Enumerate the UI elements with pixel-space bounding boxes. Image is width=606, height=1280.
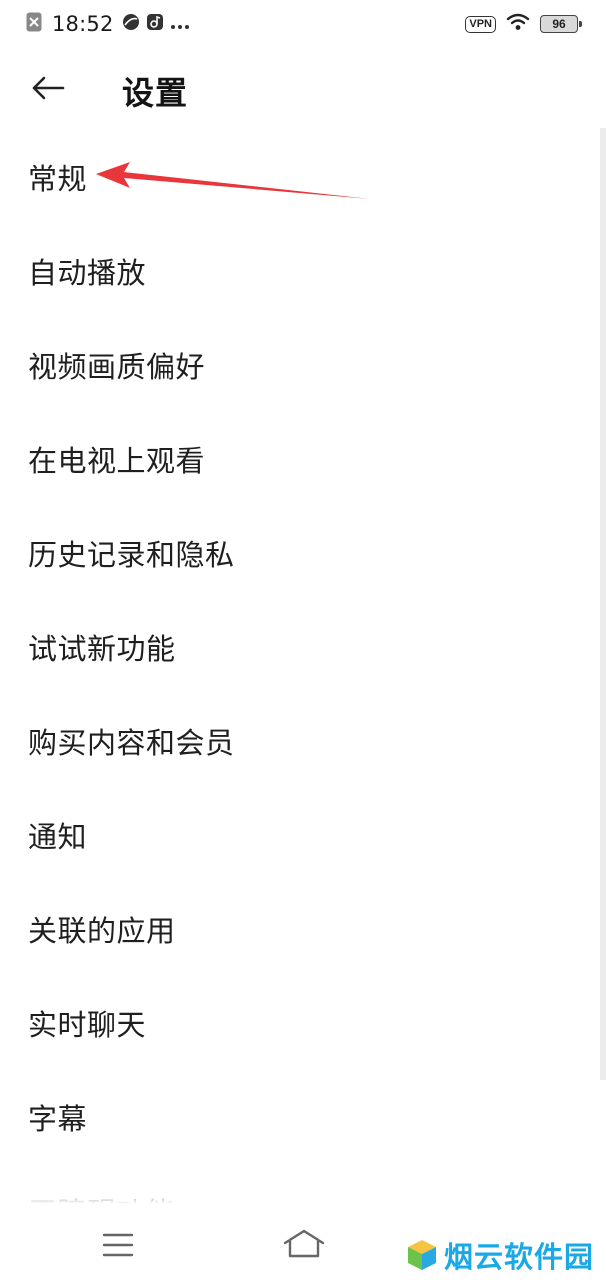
settings-item-watch-on-tv[interactable]: 在电视上观看 [0, 412, 606, 506]
settings-item-notifications[interactable]: 通知 [0, 788, 606, 882]
settings-item-video-quality[interactable]: 视频画质偏好 [0, 318, 606, 412]
watermark-text: 烟云软件园 [443, 1240, 594, 1274]
music-app-icon [146, 13, 164, 35]
more-notifications-icon [170, 15, 190, 34]
page-title: 设置 [122, 74, 189, 112]
settings-item-autoplay[interactable]: 自动播放 [0, 224, 606, 318]
notification-dismiss-icon [26, 12, 42, 36]
recent-apps-button[interactable] [102, 1232, 134, 1262]
watermark: 烟云软件园 [406, 1234, 594, 1276]
annotation-arrow-icon [96, 162, 370, 199]
home-button[interactable] [282, 1228, 326, 1264]
settings-list: 常规 自动播放 视频画质偏好 在电视上观看 历史记录和隐私 试试新功能 购买内容… [0, 130, 606, 1210]
browser-app-icon [122, 13, 140, 35]
status-bar-right: VPN 96 [465, 10, 582, 38]
settings-item-purchases-membership[interactable]: 购买内容和会员 [0, 694, 606, 788]
wifi-icon [506, 13, 530, 35]
settings-item-connected-apps[interactable]: 关联的应用 [0, 882, 606, 976]
scrollbar[interactable] [600, 128, 606, 1080]
vpn-badge: VPN [465, 15, 496, 33]
list-fade-overlay [0, 1180, 606, 1214]
home-icon [283, 1229, 325, 1258]
app-header: 设置 [0, 48, 606, 130]
settings-item-captions[interactable]: 字幕 [0, 1070, 606, 1164]
battery-indicator: 96 [540, 15, 582, 33]
settings-item-history-privacy[interactable]: 历史记录和隐私 [0, 506, 606, 600]
back-button[interactable] [30, 70, 66, 106]
status-time: 18:52 [52, 12, 114, 36]
cube-logo-icon [407, 1240, 436, 1270]
status-bar-left: 18:52 [26, 10, 190, 38]
status-bar: 18:52 VPN 96 [0, 0, 606, 48]
settings-item-try-new-features[interactable]: 试试新功能 [0, 600, 606, 694]
menu-icon [102, 1233, 134, 1257]
back-arrow-icon [32, 76, 65, 100]
settings-item-live-chat[interactable]: 实时聊天 [0, 976, 606, 1070]
